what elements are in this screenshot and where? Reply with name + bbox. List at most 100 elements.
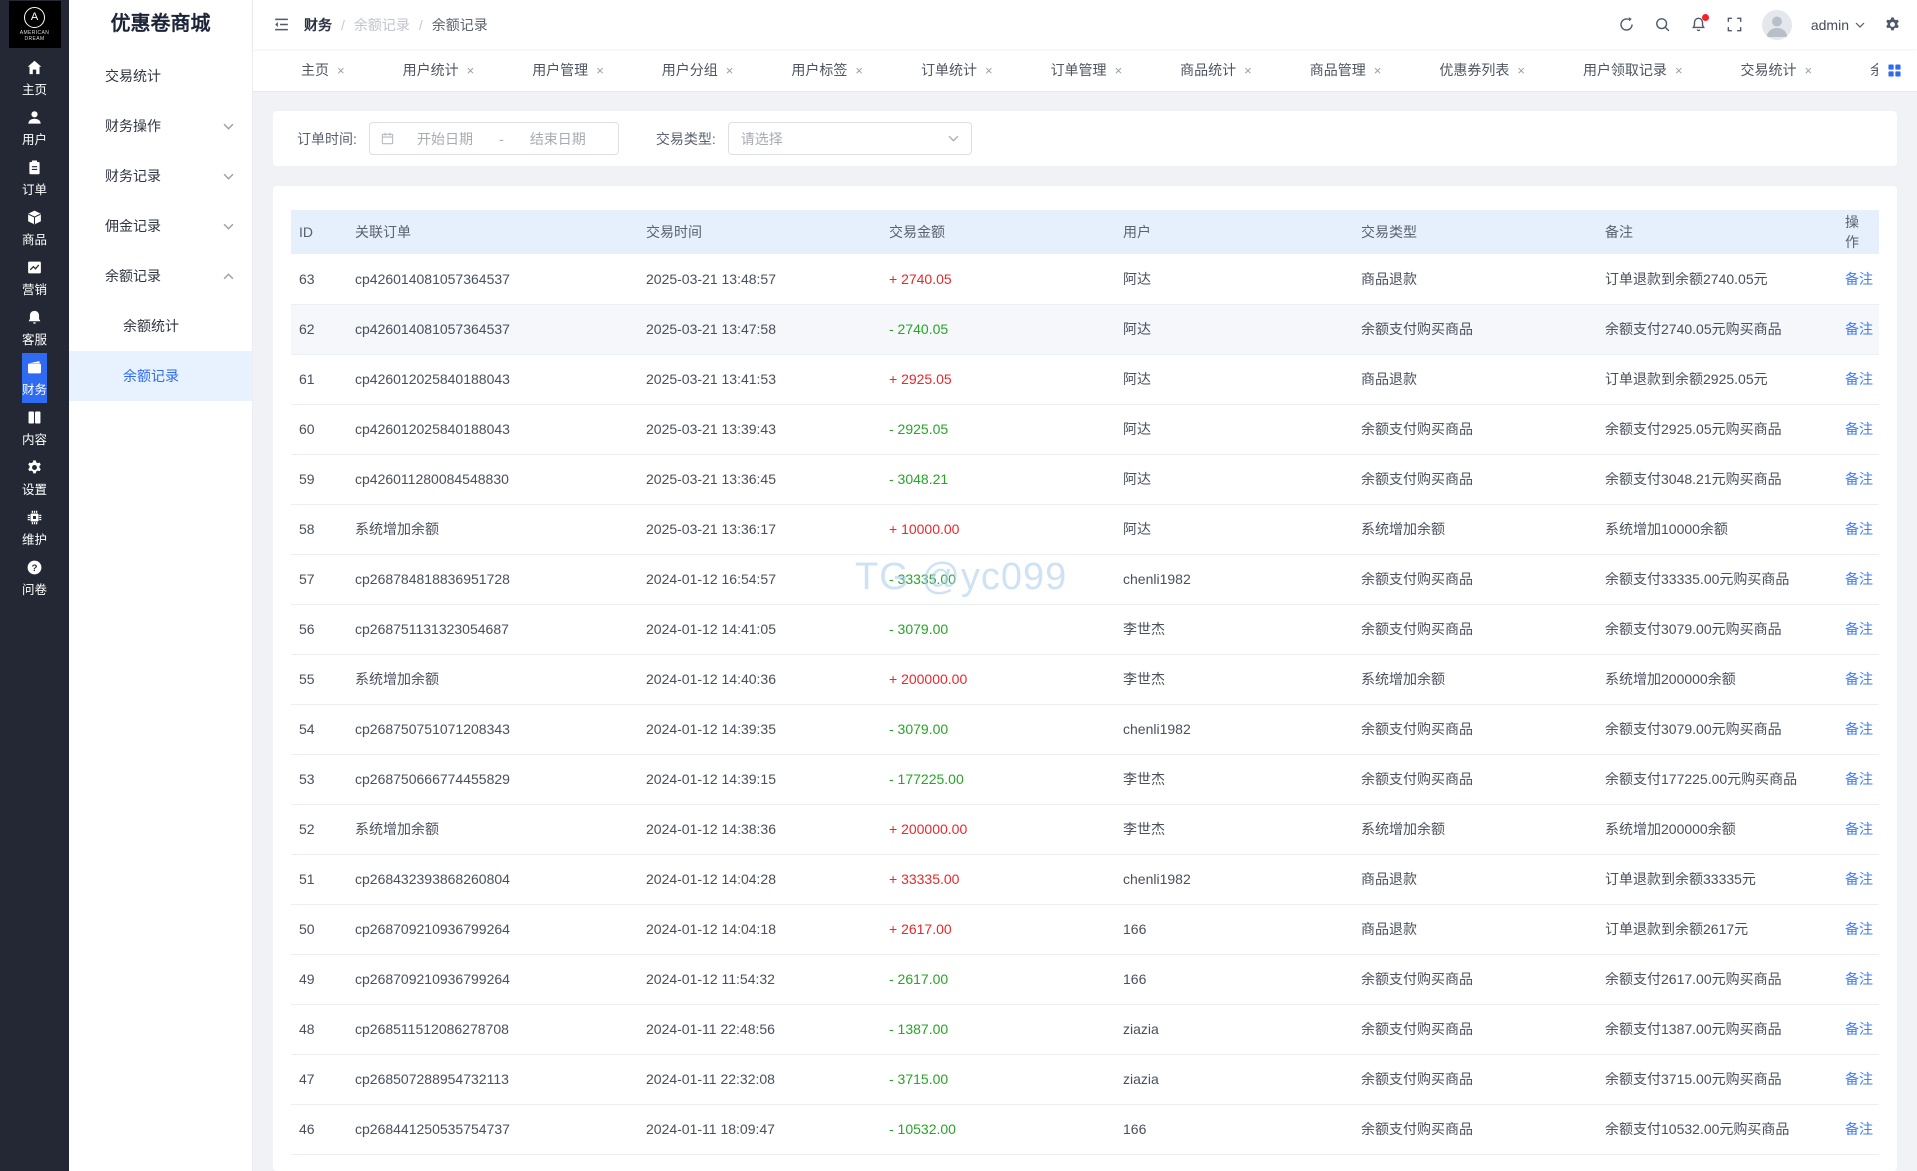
cell-id: 55 (291, 654, 347, 704)
date-range-input[interactable]: 开始日期 - 结束日期 (369, 122, 619, 155)
tab-3[interactable]: 用户分组× (650, 53, 746, 87)
notifications-bell-icon[interactable] (1690, 16, 1707, 33)
refresh-icon[interactable] (1618, 16, 1635, 33)
rail-item-label: 商品 (22, 229, 47, 248)
notification-dot (1702, 14, 1709, 21)
tab-9[interactable]: 优惠券列表 × (1427, 53, 1537, 87)
remark-action-link[interactable]: 备注 (1845, 821, 1873, 837)
rail-item-content[interactable]: 内容 (22, 403, 47, 453)
tab-close-icon[interactable]: × (1805, 64, 1813, 77)
cell-action: 备注 (1837, 454, 1879, 504)
rail-item-home[interactable]: 主页 (22, 53, 47, 103)
remark-action-link[interactable]: 备注 (1845, 421, 1873, 437)
remark-action-link[interactable]: 备注 (1845, 721, 1873, 737)
fullscreen-icon[interactable] (1726, 16, 1743, 33)
cell-user: 166 (1115, 1104, 1353, 1154)
chip-icon (26, 509, 43, 526)
rail-item-orders[interactable]: 订单 (22, 153, 47, 203)
cell-type: 余额支付购买商品 (1353, 604, 1597, 654)
avatar[interactable] (1762, 10, 1792, 40)
tab-close-icon[interactable]: × (467, 64, 475, 77)
tab-grid-icon[interactable] (1888, 64, 1901, 77)
cell-id: 58 (291, 504, 347, 554)
remark-action-link[interactable]: 备注 (1845, 271, 1873, 287)
cell-type: 余额支付购买商品 (1353, 404, 1597, 454)
remark-action-link[interactable]: 备注 (1845, 1121, 1873, 1137)
remark-action-link[interactable]: 备注 (1845, 971, 1873, 987)
search-icon[interactable] (1654, 16, 1671, 33)
remark-action-link[interactable]: 备注 (1845, 1021, 1873, 1037)
rail-item-marketing[interactable]: 营销 (22, 253, 47, 303)
remark-action-link[interactable]: 备注 (1845, 321, 1873, 337)
cell-user: chenli1982 (1115, 854, 1353, 904)
tab-close-icon[interactable]: × (726, 64, 734, 77)
user-menu[interactable]: admin (1811, 17, 1865, 33)
rail-item-maintenance[interactable]: 维护 (22, 503, 47, 553)
cell-order: 系统增加余额 (347, 504, 638, 554)
svg-text:?: ? (32, 562, 38, 573)
cell-user: 李世杰 (1115, 754, 1353, 804)
tab-0[interactable]: 主页× (289, 53, 357, 87)
tab-close-icon[interactable]: × (985, 64, 993, 77)
tab-close-icon[interactable]: × (1244, 64, 1252, 77)
sidebar-subitem-balance-records-list[interactable]: 余额记录 (69, 351, 252, 401)
rail-item-support[interactable]: 客服 (22, 303, 47, 353)
tab-close-icon[interactable]: × (1374, 64, 1382, 77)
tab-close-icon[interactable]: × (1675, 64, 1683, 77)
rail-item-settings[interactable]: 设置 (22, 453, 47, 503)
col-header-user: 用户 (1115, 210, 1353, 254)
tab-close-icon[interactable]: × (1517, 64, 1525, 77)
remark-action-link[interactable]: 备注 (1845, 871, 1873, 887)
chevron-down-icon (223, 223, 234, 230)
tab-close-icon[interactable]: × (596, 64, 604, 77)
tab-label: 订单统计 (921, 60, 977, 80)
sidebar-item-finance-operations[interactable]: 财务操作 (69, 101, 252, 151)
cell-time: 2024-01-12 14:04:18 (638, 904, 881, 954)
remark-action-link[interactable]: 备注 (1845, 471, 1873, 487)
tab-close-icon[interactable]: × (1115, 64, 1123, 77)
brand-logo[interactable]: A AMERICAN DREAM (9, 1, 61, 48)
tab-label: 优惠券列表 (1439, 60, 1509, 80)
remark-action-link[interactable]: 备注 (1845, 621, 1873, 637)
sidebar-subitem-balance-stats[interactable]: 余额统计 (69, 301, 252, 351)
remark-action-link[interactable]: 备注 (1845, 771, 1873, 787)
settings-gear-icon[interactable] (1884, 16, 1901, 33)
tab-close-icon[interactable]: × (337, 64, 345, 77)
cell-id: 53 (291, 754, 347, 804)
sidebar-menu: 交易统计财务操作财务记录佣金记录余额记录余额统计余额记录 (69, 49, 252, 401)
sidebar-item-finance-records[interactable]: 财务记录 (69, 151, 252, 201)
cell-amount: - 10532.00 (881, 1104, 1115, 1154)
sidebar-item-balance-records[interactable]: 余额记录 (69, 251, 252, 301)
records-table-card: ID关联订单交易时间交易金额用户交易类型备注操作 63cp42601408105… (273, 186, 1897, 1171)
tab-1[interactable]: 用户统计× (391, 53, 487, 87)
tab-close-icon[interactable]: × (855, 64, 863, 77)
tab-5[interactable]: 订单统计 × (909, 53, 1005, 87)
tab-11[interactable]: 交易统计× (1729, 53, 1825, 87)
remark-action-link[interactable]: 备注 (1845, 521, 1873, 537)
rail-item-users[interactable]: 用户 (22, 103, 47, 153)
tab-7[interactable]: 商品统计× (1168, 53, 1264, 87)
tab-10[interactable]: 用户领取记录× (1571, 53, 1695, 87)
remark-action-link[interactable]: 备注 (1845, 371, 1873, 387)
remark-action-link[interactable]: 备注 (1845, 921, 1873, 937)
remark-action-link[interactable]: 备注 (1845, 671, 1873, 687)
tab-8[interactable]: 商品管理× (1298, 53, 1394, 87)
tab-12[interactable]: 余额统计× (1858, 53, 1878, 87)
tab-4[interactable]: 用户标签× (779, 53, 875, 87)
sidebar-item-transaction-stats[interactable]: 交易统计 (69, 51, 252, 101)
transaction-type-select[interactable]: 请选择 (728, 122, 972, 155)
sidebar-item-commission-records[interactable]: 佣金记录 (69, 201, 252, 251)
cell-user: ziazia (1115, 1004, 1353, 1054)
rail-item-survey[interactable]: ?问卷 (22, 553, 47, 603)
rail-item-label: 营销 (22, 279, 47, 298)
cell-action: 备注 (1837, 654, 1879, 704)
breadcrumb-item-balance-records[interactable]: 余额记录 (354, 15, 410, 35)
breadcrumb-item-finance[interactable]: 财务 (304, 15, 332, 35)
tab-6[interactable]: 订单管理× (1039, 53, 1135, 87)
sidebar-collapse-icon[interactable] (273, 16, 290, 33)
rail-item-finance[interactable]: 财务 (22, 353, 47, 403)
remark-action-link[interactable]: 备注 (1845, 1071, 1873, 1087)
tab-2[interactable]: 用户管理× (520, 53, 616, 87)
rail-item-products[interactable]: 商品 (22, 203, 47, 253)
remark-action-link[interactable]: 备注 (1845, 571, 1873, 587)
